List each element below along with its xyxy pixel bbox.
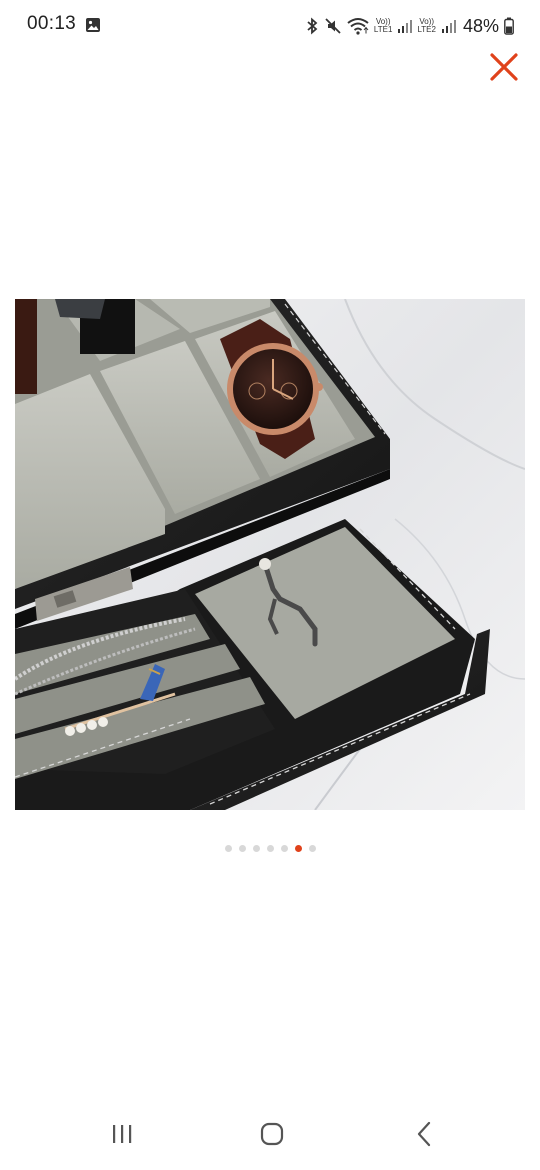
wifi-icon (347, 18, 369, 35)
back-icon (417, 1121, 431, 1147)
signal-icon-2 (441, 20, 456, 33)
status-icons: Vo)) LTE1 Vo)) LTE2 48% (305, 12, 514, 40)
product-image[interactable] (15, 299, 525, 810)
pagination-dot[interactable] (294, 845, 302, 852)
recents-icon (113, 1125, 132, 1143)
lte1-label: Vo)) LTE1 (373, 17, 393, 34)
pagination-dot[interactable] (308, 845, 316, 852)
battery-percentage: 48% (462, 15, 499, 36)
home-button[interactable] (250, 1116, 294, 1152)
recents-button[interactable] (100, 1116, 144, 1152)
pagination-dot[interactable] (238, 845, 246, 852)
watch-box-photo (15, 299, 525, 810)
close-icon (490, 53, 518, 81)
status-time: 00:13 (27, 13, 77, 34)
home-icon (260, 1122, 284, 1146)
navigation-bar (0, 1100, 540, 1170)
close-button[interactable] (486, 49, 522, 85)
gallery-notification-icon (86, 18, 100, 32)
lte2-label: Vo)) LTE2 (417, 17, 436, 34)
pagination-dot[interactable] (266, 845, 274, 852)
mute-icon (325, 18, 341, 34)
signal-icon-1 (398, 20, 413, 33)
status-bar: 00:13 Vo)) LTE1 Vo)) LTE2 48% (0, 0, 540, 52)
image-pagination (0, 843, 540, 855)
battery-icon (504, 17, 514, 35)
back-button[interactable] (402, 1116, 446, 1152)
pagination-dot[interactable] (224, 845, 232, 852)
pagination-dot[interactable] (252, 845, 260, 852)
bluetooth-icon (307, 17, 318, 35)
pagination-dot[interactable] (280, 845, 288, 852)
